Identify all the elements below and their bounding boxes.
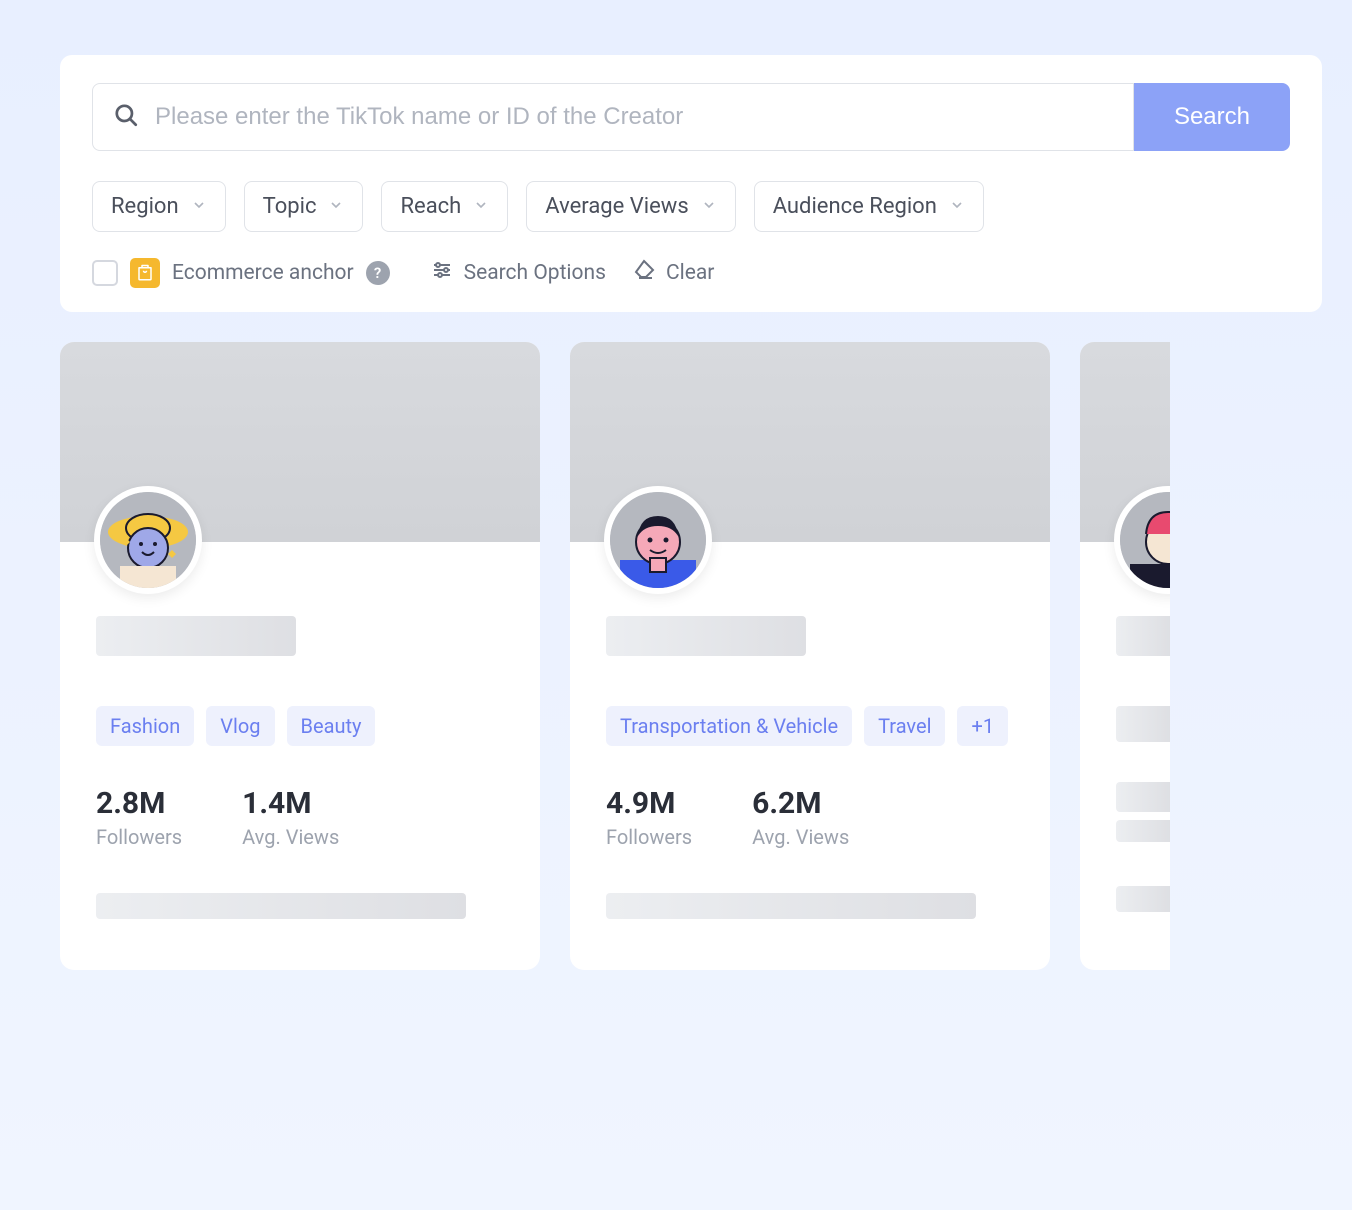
card-cover	[1080, 342, 1170, 542]
creator-card[interactable]: Transportation & Vehicle Travel +1 4.9M …	[570, 342, 1050, 970]
name-placeholder	[96, 616, 296, 656]
avatar	[604, 486, 712, 594]
filter-audience-region[interactable]: Audience Region	[754, 181, 984, 232]
ecommerce-label: Ecommerce anchor	[172, 261, 354, 285]
followers-value: 4.9M	[606, 786, 692, 821]
clear-button[interactable]: Clear	[632, 258, 714, 288]
search-input-wrap	[92, 83, 1134, 151]
placeholder	[1116, 706, 1170, 742]
name-placeholder	[606, 616, 806, 656]
filter-region[interactable]: Region	[92, 181, 226, 232]
chevron-down-icon	[473, 194, 489, 219]
filter-row: Region Topic Reach Average Views Audienc…	[92, 181, 1290, 232]
chevron-down-icon	[328, 194, 344, 219]
card-cover	[570, 342, 1050, 542]
sliders-icon	[430, 258, 454, 288]
options-row: Ecommerce anchor ? Search Options Clear	[92, 258, 1290, 288]
card-cover	[60, 342, 540, 542]
placeholder	[1116, 886, 1170, 912]
search-button[interactable]: Search	[1134, 83, 1290, 151]
chevron-down-icon	[949, 194, 965, 219]
filter-label: Reach	[400, 194, 461, 219]
placeholder	[96, 893, 466, 919]
tag[interactable]: Travel	[864, 706, 945, 746]
creator-card[interactable]: Fashion Vlog Beauty 2.8M Followers 1.4M …	[60, 342, 540, 970]
stats: 4.9M Followers 6.2M Avg. Views	[606, 786, 1014, 849]
filter-average-views[interactable]: Average Views	[526, 181, 735, 232]
stats: 2.8M Followers 1.4M Avg. Views	[96, 786, 504, 849]
tag-more[interactable]: +1	[957, 706, 1008, 746]
search-input[interactable]	[155, 103, 1113, 131]
tags: Fashion Vlog Beauty	[96, 706, 504, 746]
avg-views-value: 6.2M	[752, 786, 849, 821]
followers-label: Followers	[96, 825, 182, 849]
avg-views-label: Avg. Views	[242, 825, 339, 849]
shopping-bag-icon	[130, 258, 160, 288]
filter-label: Region	[111, 194, 179, 219]
cards-row: Fashion Vlog Beauty 2.8M Followers 1.4M …	[60, 342, 1322, 970]
tag[interactable]: Beauty	[287, 706, 376, 746]
avatar	[94, 486, 202, 594]
clear-label: Clear	[666, 261, 714, 285]
tag[interactable]: Fashion	[96, 706, 194, 746]
tags: Transportation & Vehicle Travel +1	[606, 706, 1014, 746]
placeholder	[1116, 820, 1170, 842]
name-placeholder	[1116, 616, 1170, 656]
avg-views-label: Avg. Views	[752, 825, 849, 849]
tag[interactable]: Vlog	[206, 706, 274, 746]
filter-reach[interactable]: Reach	[381, 181, 508, 232]
tag[interactable]: Transportation & Vehicle	[606, 706, 852, 746]
filter-label: Average Views	[545, 194, 688, 219]
avg-views-value: 1.4M	[242, 786, 339, 821]
filter-label: Audience Region	[773, 194, 937, 219]
ecommerce-checkbox[interactable]	[92, 260, 118, 286]
help-icon[interactable]: ?	[366, 261, 390, 285]
search-panel: Search Region Topic Reach Average Views …	[60, 55, 1322, 312]
chevron-down-icon	[701, 194, 717, 219]
filter-label: Topic	[263, 194, 317, 219]
followers-label: Followers	[606, 825, 692, 849]
placeholder	[1116, 782, 1170, 812]
filter-topic[interactable]: Topic	[244, 181, 364, 232]
chevron-down-icon	[191, 194, 207, 219]
placeholder	[606, 893, 976, 919]
search-options-button[interactable]: Search Options	[430, 258, 606, 288]
search-options-label: Search Options	[464, 261, 606, 285]
creator-card-partial[interactable]	[1080, 342, 1170, 970]
search-icon	[113, 102, 139, 132]
eraser-icon	[632, 258, 656, 288]
followers-value: 2.8M	[96, 786, 182, 821]
